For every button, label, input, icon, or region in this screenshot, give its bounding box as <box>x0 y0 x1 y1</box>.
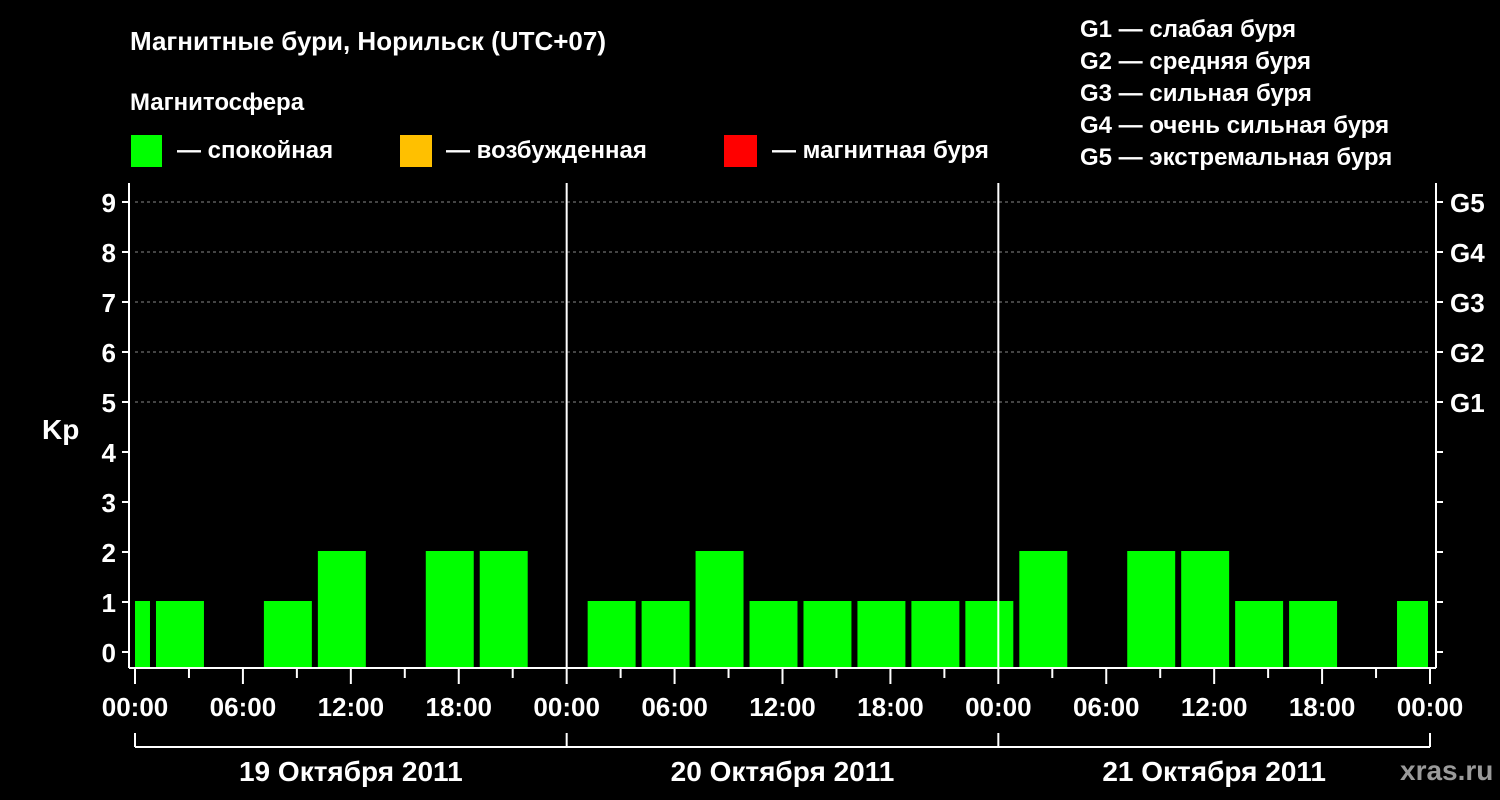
y-tick-label: 6 <box>102 338 116 368</box>
kp-bar <box>641 601 690 668</box>
legend-swatch-calm <box>131 135 162 167</box>
kp-bar <box>587 601 636 668</box>
legend-label-calm: — спокойная <box>177 137 333 164</box>
storm-level-label-g2: G2 <box>1450 338 1485 368</box>
legend-label-excited: — возбужденная <box>446 137 647 164</box>
x-tick-label: 18:00 <box>426 692 493 722</box>
y-tick-label: 7 <box>102 288 116 318</box>
kp-bar <box>317 551 366 668</box>
storm-level-label-g3: G3 <box>1450 288 1485 318</box>
kp-bar <box>1289 601 1338 668</box>
x-tick-label: 00:00 <box>1397 692 1464 722</box>
y-tick-label: 2 <box>102 538 116 568</box>
storm-level-label-g5: G5 <box>1450 188 1485 218</box>
tick-labels: 0 1 2 3 4 5 6 7 8 9 G1 G2 G3 G4 G5 00:00 06:00 12:00 18:00… <box>102 188 1486 787</box>
x-tick-label: 00:00 <box>533 692 600 722</box>
storm-level-label-g4: G4 <box>1450 238 1485 268</box>
bars <box>135 551 1428 668</box>
y-tick-label: 1 <box>102 588 116 618</box>
y-axis-label: Kp <box>42 414 79 445</box>
kp-bar <box>1397 601 1428 668</box>
day-label: 21 Октября 2011 <box>1102 756 1326 787</box>
kp-bar <box>695 551 744 668</box>
y-tick-label: 4 <box>102 438 117 468</box>
kp-bar <box>1181 551 1230 668</box>
chart-title: Магнитные бури, Норильск (UTC+07) <box>130 26 606 56</box>
storm-legend-g2: G2 — средняя буря <box>1080 48 1311 75</box>
kp-bar <box>1019 551 1068 668</box>
x-tick-label: 12:00 <box>749 692 816 722</box>
y-tick-label: 8 <box>102 238 116 268</box>
storm-legend-g4: G4 — очень сильная буря <box>1080 112 1389 139</box>
storm-legend-g3: G3 — сильная буря <box>1080 80 1312 107</box>
legend-swatch-excited <box>400 135 432 167</box>
x-tick-label: 18:00 <box>857 692 924 722</box>
magnetosphere-title: Магнитосфера <box>130 89 305 116</box>
kp-bar <box>1235 601 1284 668</box>
kp-bar <box>1127 551 1176 668</box>
kp-bar <box>749 601 798 668</box>
legend-swatch-storm <box>724 135 757 167</box>
y-tick-label: 3 <box>102 488 116 518</box>
kp-bar <box>135 601 150 668</box>
kp-bar <box>479 551 528 668</box>
x-tick-label: 18:00 <box>1289 692 1356 722</box>
storm-level-label-g1: G1 <box>1450 388 1485 418</box>
kp-bar <box>155 601 204 668</box>
kp-bar <box>425 551 474 668</box>
x-tick-label: 06:00 <box>1073 692 1140 722</box>
storm-legend-g1: G1 — слабая буря <box>1080 16 1296 43</box>
kp-bar <box>263 601 312 668</box>
x-tick-label: 00:00 <box>965 692 1032 722</box>
y-tick-label: 9 <box>102 188 116 218</box>
x-tick-label: 00:00 <box>102 692 169 722</box>
day-label: 20 Октября 2011 <box>671 756 895 787</box>
y-tick-label: 5 <box>102 388 116 418</box>
x-tick-label: 12:00 <box>1181 692 1248 722</box>
x-tick-label: 12:00 <box>318 692 385 722</box>
y-tick-label: 0 <box>102 638 116 668</box>
kp-chart: Магнитные бури, Норильск (UTC+07) Магнит… <box>42 16 1493 787</box>
legend-label-storm: — магнитная буря <box>772 137 989 164</box>
kp-bar <box>857 601 906 668</box>
kp-bar <box>911 601 960 668</box>
kp-bar <box>803 601 852 668</box>
x-tick-label: 06:00 <box>641 692 708 722</box>
day-label: 19 Октября 2011 <box>239 756 463 787</box>
x-tick-label: 06:00 <box>210 692 277 722</box>
gridlines <box>135 201 1430 403</box>
kp-bar <box>965 601 1014 668</box>
storm-legend-g5: G5 — экстремальная буря <box>1080 144 1392 171</box>
watermark: xras.ru <box>1400 755 1493 786</box>
